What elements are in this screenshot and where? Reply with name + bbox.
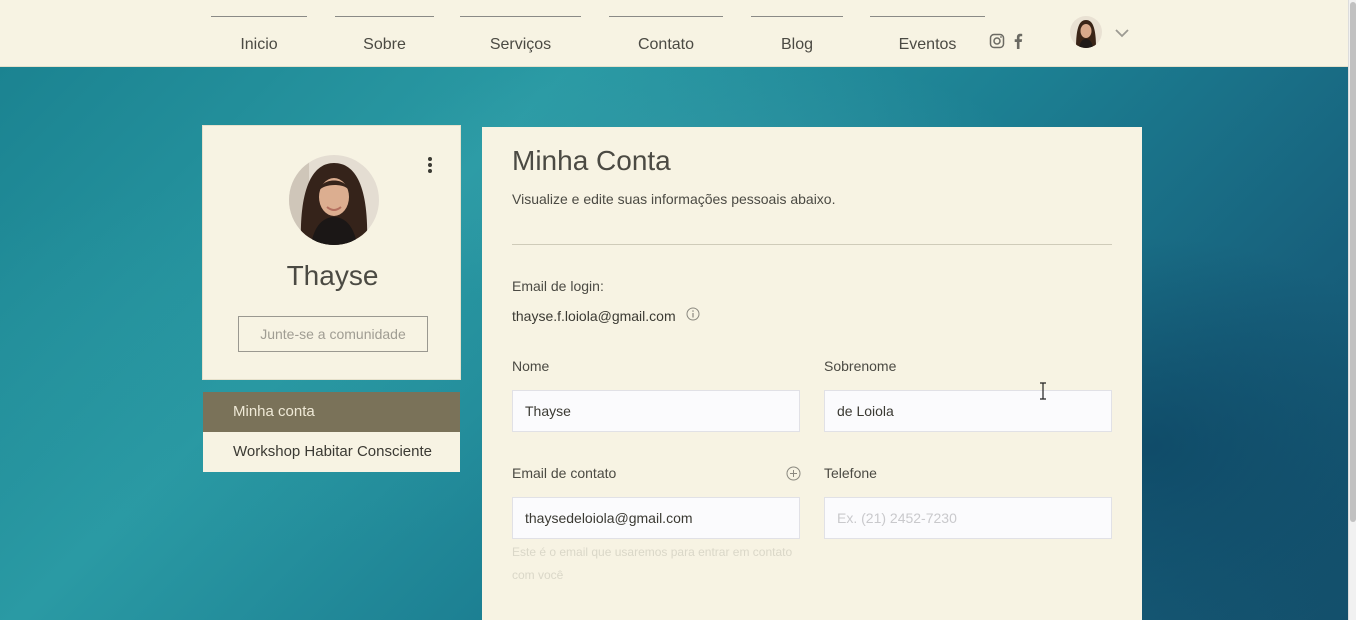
instagram-icon[interactable] [989,33,1005,49]
profile-name: Thayse [286,260,379,291]
chevron-down-icon[interactable] [1114,26,1130,44]
social-links [989,33,1023,49]
nav-label: Blog [780,36,814,53]
contact-email-field[interactable]: thaysedeloiola@gmail.com [512,497,800,539]
divider [512,244,1112,245]
last-name-label: Sobrenome [824,358,897,374]
nav-item-inicio[interactable]: Inicio [211,16,307,56]
login-email-label: Email de login: [512,278,604,294]
facebook-icon[interactable] [1013,33,1023,49]
account-menu: Minha conta Workshop Habitar Consciente [203,392,460,472]
page-title: Minha Conta [512,145,671,176]
account-panel: Minha Conta Visualize e edite suas infor… [482,127,1142,620]
menu-item-workshop[interactable]: Workshop Habitar Consciente [203,432,460,472]
nav-label: Serviços [489,36,552,53]
phone-label: Telefone [824,465,877,481]
more-vertical-icon[interactable] [427,156,433,179]
menu-item-minha-conta[interactable]: Minha conta [203,392,460,432]
nav-label: Inicio [240,36,278,53]
nav-label: Sobre [363,36,406,53]
text-cursor-icon [1039,382,1047,405]
first-name-label: Nome [512,358,550,374]
contact-email-label: Email de contato [512,465,617,481]
nav-item-blog[interactable]: Blog [751,16,843,56]
scrollbar-thumb[interactable] [1350,2,1356,522]
nav-label: Eventos [898,36,957,53]
profile-avatar [289,155,379,245]
login-email-row: thayse.f.loiola@gmail.com [512,307,700,324]
first-name-field[interactable]: Thayse [512,390,800,432]
plus-circle-icon[interactable] [786,466,801,486]
phone-field[interactable]: Ex. (21) 2452-7230 [824,497,1112,539]
contact-email-hint: Este é o email que usaremos para entrar … [512,545,793,582]
page-scrollbar[interactable] [1348,0,1356,620]
page-subtitle: Visualize e edite suas informações pesso… [512,191,836,207]
nav-item-sobre[interactable]: Sobre [335,16,434,56]
nav-item-contato[interactable]: Contato [609,16,723,56]
nav-item-servicos[interactable]: Serviços [460,16,581,56]
last-name-field[interactable]: de Loiola [824,390,1112,432]
nav-label: Contato [637,36,695,53]
info-icon[interactable] [686,307,700,324]
nav-item-eventos[interactable]: Eventos [870,16,985,56]
join-community-button[interactable]: Junte-se a comunidade [238,316,428,352]
profile-card: Thayse Junte-se a comunidade [202,125,461,380]
site-header: Inicio Sobre Serviços Contato Blog Event… [0,0,1348,67]
login-email-value: thayse.f.loiola@gmail.com [512,307,676,324]
user-avatar[interactable] [1070,16,1102,48]
